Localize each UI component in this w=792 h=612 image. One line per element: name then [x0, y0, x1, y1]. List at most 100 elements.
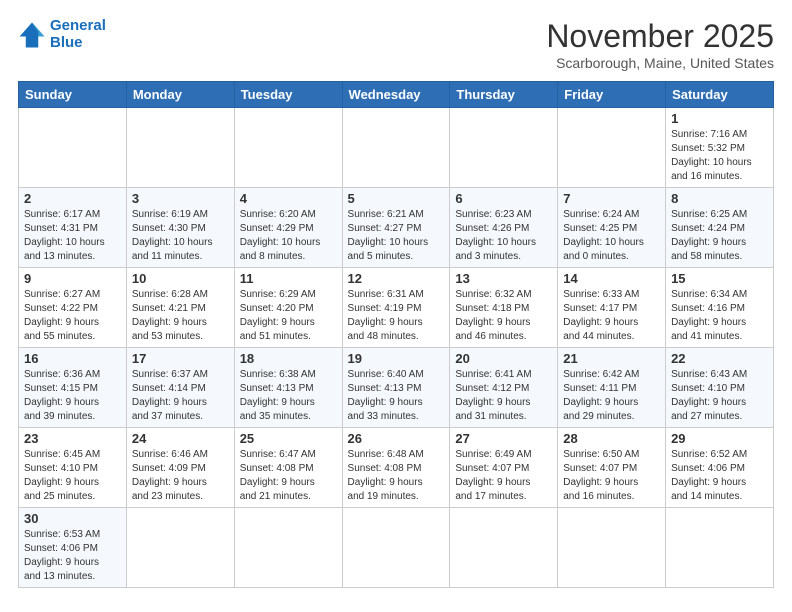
day-number: 22 [671, 351, 768, 366]
day-number: 23 [24, 431, 121, 446]
calendar-cell: 2 Sunrise: 6:17 AMSunset: 4:31 PMDaylight… [19, 188, 127, 268]
calendar-cell: 16Sunrise: 6:36 AMSunset: 4:15 PMDayligh… [19, 348, 127, 428]
calendar-cell: 24Sunrise: 6:46 AMSunset: 4:09 PMDayligh… [126, 428, 234, 508]
day-number: 4 [240, 191, 337, 206]
day-info: Sunrise: 6:23 AMSunset: 4:26 PMDaylight:… [455, 208, 552, 264]
calendar-cell: 3 Sunrise: 6:19 AMSunset: 4:30 PMDaylight… [126, 188, 234, 268]
weekday-header-sunday: Sunday [19, 82, 127, 108]
calendar-cell: 27Sunrise: 6:49 AMSunset: 4:07 PMDayligh… [450, 428, 558, 508]
day-number: 30 [24, 511, 121, 526]
calendar-cell: 30 Sunrise: 6:53 AMSunset: 4:06 PMDayligh… [19, 508, 127, 588]
day-info: Sunrise: 6:48 AMSunset: 4:08 PMDaylight:… [348, 448, 445, 504]
calendar-cell: 1 Sunrise: 7:16 AMSunset: 5:32 PMDaylight… [666, 108, 774, 188]
calendar-cell: 14Sunrise: 6:33 AMSunset: 4:17 PMDayligh… [558, 268, 666, 348]
calendar-cell: 23 Sunrise: 6:45 AMSunset: 4:10 PMDayligh… [19, 428, 127, 508]
day-number: 19 [348, 351, 445, 366]
calendar-cell: 11Sunrise: 6:29 AMSunset: 4:20 PMDayligh… [234, 268, 342, 348]
calendar-cell [19, 108, 127, 188]
day-number: 18 [240, 351, 337, 366]
calendar-cell: 18 Sunrise: 6:38 AMSunset: 4:13 PMDayligh… [234, 348, 342, 428]
calendar-cell [342, 108, 450, 188]
day-number: 7 [563, 191, 660, 206]
calendar-cell: 12 Sunrise: 6:31 AMSunset: 4:19 PMDayligh… [342, 268, 450, 348]
title-block: November 2025 Scarborough, Maine, United… [546, 18, 774, 71]
day-info: Sunrise: 6:17 AMSunset: 4:31 PMDaylight:… [24, 208, 121, 264]
logo-icon [18, 21, 46, 49]
calendar-cell: 21Sunrise: 6:42 AMSunset: 4:11 PMDayligh… [558, 348, 666, 428]
day-number: 14 [563, 271, 660, 286]
day-info: Sunrise: 7:16 AMSunset: 5:32 PMDaylight:… [671, 128, 768, 184]
calendar-cell: 8 Sunrise: 6:25 AMSunset: 4:24 PMDaylight… [666, 188, 774, 268]
calendar-cell: 17Sunrise: 6:37 AMSunset: 4:14 PMDayligh… [126, 348, 234, 428]
calendar-cell: 6 Sunrise: 6:23 AMSunset: 4:26 PMDaylight… [450, 188, 558, 268]
calendar-cell [558, 108, 666, 188]
day-number: 25 [240, 431, 337, 446]
day-number: 13 [455, 271, 552, 286]
header: General Blue November 2025 Scarborough, … [18, 18, 774, 71]
day-number: 20 [455, 351, 552, 366]
day-number: 1 [671, 111, 768, 126]
calendar-week-3: 9Sunrise: 6:27 AMSunset: 4:22 PMDaylight… [19, 268, 774, 348]
calendar-cell [342, 508, 450, 588]
day-number: 5 [348, 191, 445, 206]
day-info: Sunrise: 6:32 AMSunset: 4:18 PMDaylight:… [455, 288, 552, 344]
day-number: 8 [671, 191, 768, 206]
calendar-cell: 5Sunrise: 6:21 AMSunset: 4:27 PMDaylight… [342, 188, 450, 268]
day-number: 12 [348, 271, 445, 286]
day-info: Sunrise: 6:37 AMSunset: 4:14 PMDaylight:… [132, 368, 229, 424]
calendar-cell: 26 Sunrise: 6:48 AMSunset: 4:08 PMDayligh… [342, 428, 450, 508]
day-number: 29 [671, 431, 768, 446]
calendar-cell [666, 508, 774, 588]
day-number: 27 [455, 431, 552, 446]
calendar-cell: 19 Sunrise: 6:40 AMSunset: 4:13 PMDayligh… [342, 348, 450, 428]
weekday-header-tuesday: Tuesday [234, 82, 342, 108]
day-info: Sunrise: 6:50 AMSunset: 4:07 PMDaylight:… [563, 448, 660, 504]
calendar-cell: 13 Sunrise: 6:32 AMSunset: 4:18 PMDayligh… [450, 268, 558, 348]
weekday-header-friday: Friday [558, 82, 666, 108]
day-info: Sunrise: 6:52 AMSunset: 4:06 PMDaylight:… [671, 448, 768, 504]
day-info: Sunrise: 6:45 AMSunset: 4:10 PMDaylight:… [24, 448, 121, 504]
day-info: Sunrise: 6:19 AMSunset: 4:30 PMDaylight:… [132, 208, 229, 264]
calendar-header-row: SundayMondayTuesdayWednesdayThursdayFrid… [19, 82, 774, 108]
calendar-week-5: 23 Sunrise: 6:45 AMSunset: 4:10 PMDayligh… [19, 428, 774, 508]
day-number: 15 [671, 271, 768, 286]
day-info: Sunrise: 6:40 AMSunset: 4:13 PMDaylight:… [348, 368, 445, 424]
day-info: Sunrise: 6:38 AMSunset: 4:13 PMDaylight:… [240, 368, 337, 424]
calendar-cell [234, 108, 342, 188]
calendar-cell [558, 508, 666, 588]
logo-text: General Blue [50, 18, 106, 51]
day-number: 6 [455, 191, 552, 206]
day-info: Sunrise: 6:29 AMSunset: 4:20 PMDaylight:… [240, 288, 337, 344]
day-info: Sunrise: 6:43 AMSunset: 4:10 PMDaylight:… [671, 368, 768, 424]
calendar-cell [450, 108, 558, 188]
day-info: Sunrise: 6:34 AMSunset: 4:16 PMDaylight:… [671, 288, 768, 344]
calendar-cell: 4Sunrise: 6:20 AMSunset: 4:29 PMDaylight… [234, 188, 342, 268]
calendar-cell: 29 Sunrise: 6:52 AMSunset: 4:06 PMDayligh… [666, 428, 774, 508]
calendar-week-4: 16Sunrise: 6:36 AMSunset: 4:15 PMDayligh… [19, 348, 774, 428]
day-info: Sunrise: 6:25 AMSunset: 4:24 PMDaylight:… [671, 208, 768, 264]
day-number: 26 [348, 431, 445, 446]
calendar-cell: 20 Sunrise: 6:41 AMSunset: 4:12 PMDayligh… [450, 348, 558, 428]
day-info: Sunrise: 6:41 AMSunset: 4:12 PMDaylight:… [455, 368, 552, 424]
page: General Blue November 2025 Scarborough, … [0, 0, 792, 612]
day-info: Sunrise: 6:27 AMSunset: 4:22 PMDaylight:… [24, 288, 121, 344]
day-info: Sunrise: 6:31 AMSunset: 4:19 PMDaylight:… [348, 288, 445, 344]
day-number: 3 [132, 191, 229, 206]
day-info: Sunrise: 6:53 AMSunset: 4:06 PMDaylight:… [24, 528, 121, 584]
calendar-week-2: 2 Sunrise: 6:17 AMSunset: 4:31 PMDaylight… [19, 188, 774, 268]
calendar-cell [126, 508, 234, 588]
calendar-cell: 22 Sunrise: 6:43 AMSunset: 4:10 PMDayligh… [666, 348, 774, 428]
calendar-week-1: 1 Sunrise: 7:16 AMSunset: 5:32 PMDaylight… [19, 108, 774, 188]
day-info: Sunrise: 6:46 AMSunset: 4:09 PMDaylight:… [132, 448, 229, 504]
calendar-cell [450, 508, 558, 588]
day-number: 2 [24, 191, 121, 206]
calendar-cell: 28Sunrise: 6:50 AMSunset: 4:07 PMDayligh… [558, 428, 666, 508]
day-info: Sunrise: 6:36 AMSunset: 4:15 PMDaylight:… [24, 368, 121, 424]
calendar-subtitle: Scarborough, Maine, United States [546, 55, 774, 71]
calendar-cell [126, 108, 234, 188]
logo: General Blue [18, 18, 106, 51]
calendar-cell: 10Sunrise: 6:28 AMSunset: 4:21 PMDayligh… [126, 268, 234, 348]
weekday-header-monday: Monday [126, 82, 234, 108]
day-number: 21 [563, 351, 660, 366]
weekday-header-thursday: Thursday [450, 82, 558, 108]
